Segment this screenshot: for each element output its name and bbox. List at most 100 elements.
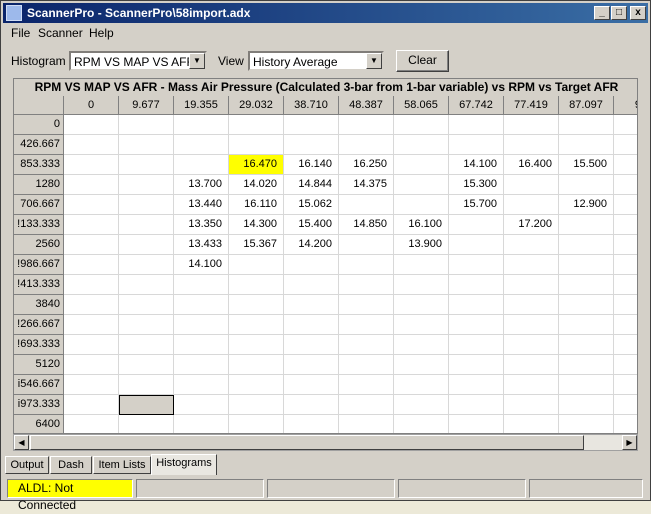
grid-cell[interactable] (559, 395, 614, 415)
grid-cell[interactable] (504, 135, 559, 155)
grid-cell[interactable]: 14.375 (339, 175, 394, 195)
grid-cell[interactable]: 14.100 (174, 255, 229, 275)
grid-cell[interactable] (449, 275, 504, 295)
grid-cell[interactable]: 13.433 (174, 235, 229, 255)
tab-output[interactable]: Output (5, 456, 49, 474)
grid-cell[interactable] (614, 215, 637, 235)
grid-cell[interactable] (229, 255, 284, 275)
grid-cell[interactable] (449, 255, 504, 275)
scroll-thumb[interactable] (30, 435, 584, 450)
tab-item-lists[interactable]: Item Lists (93, 456, 151, 474)
histogram-select[interactable]: RPM VS MAP VS AFR ▼ (69, 51, 207, 71)
grid-cell[interactable]: 14.200 (284, 235, 339, 255)
grid-cell[interactable] (449, 135, 504, 155)
grid-cell[interactable] (174, 415, 229, 433)
grid-cell[interactable] (394, 255, 449, 275)
grid-cell[interactable] (614, 275, 637, 295)
grid-cell[interactable] (64, 175, 119, 195)
grid-cell[interactable] (174, 115, 229, 135)
grid-cell[interactable] (64, 275, 119, 295)
grid-cell[interactable] (614, 315, 637, 335)
grid-cell[interactable]: 15.062 (284, 195, 339, 215)
grid-cell[interactable] (504, 195, 559, 215)
grid-cell[interactable] (449, 115, 504, 135)
grid-cell[interactable] (504, 295, 559, 315)
grid-cell[interactable] (504, 175, 559, 195)
grid-cell[interactable] (449, 215, 504, 235)
grid-cell[interactable]: 13.350 (174, 215, 229, 235)
grid-cell[interactable] (284, 255, 339, 275)
grid-cell[interactable] (119, 295, 174, 315)
grid-cell[interactable] (229, 295, 284, 315)
grid-cell[interactable] (64, 295, 119, 315)
grid-cell[interactable] (614, 415, 637, 433)
grid-cell[interactable]: 16.100 (394, 215, 449, 235)
grid-cell[interactable] (504, 235, 559, 255)
grid-cell[interactable] (559, 215, 614, 235)
grid-cell[interactable] (119, 415, 174, 433)
grid-cell[interactable] (229, 415, 284, 433)
grid-cell[interactable] (174, 355, 229, 375)
grid-cell[interactable] (339, 135, 394, 155)
grid-cell[interactable] (339, 315, 394, 335)
grid-cell[interactable] (504, 415, 559, 433)
grid-cell[interactable] (394, 295, 449, 315)
grid-cell[interactable] (284, 315, 339, 335)
grid-cell[interactable]: 14.300 (229, 215, 284, 235)
grid-cell[interactable] (64, 155, 119, 175)
grid-cell[interactable] (394, 135, 449, 155)
grid-cell[interactable] (449, 355, 504, 375)
grid-cell[interactable] (229, 135, 284, 155)
grid-cell[interactable] (284, 295, 339, 315)
grid-cell[interactable] (394, 355, 449, 375)
scroll-left-icon[interactable]: ◀ (14, 435, 29, 450)
grid-cell[interactable] (559, 235, 614, 255)
grid-cell[interactable] (339, 195, 394, 215)
grid-cell[interactable] (449, 375, 504, 395)
grid-cell[interactable] (119, 135, 174, 155)
grid-cell[interactable] (559, 175, 614, 195)
grid-cell[interactable] (504, 275, 559, 295)
grid-cell[interactable] (64, 335, 119, 355)
grid-cell[interactable]: 13.440 (174, 195, 229, 215)
grid-cell[interactable] (394, 315, 449, 335)
grid-cell[interactable]: 16.250 (339, 155, 394, 175)
grid-cell[interactable] (64, 315, 119, 335)
grid-cell[interactable] (284, 375, 339, 395)
minimize-button[interactable]: _ (594, 6, 610, 20)
grid-cell[interactable] (64, 215, 119, 235)
grid-cell[interactable] (559, 355, 614, 375)
dropdown-arrow-icon[interactable]: ▼ (366, 53, 382, 69)
grid-cell[interactable] (504, 115, 559, 135)
grid-cell[interactable] (229, 335, 284, 355)
grid-cell[interactable] (559, 255, 614, 275)
grid-cell[interactable]: 16.110 (229, 195, 284, 215)
grid-cell[interactable] (614, 355, 637, 375)
grid-cell[interactable] (449, 415, 504, 433)
grid-cell[interactable]: 14.100 (449, 155, 504, 175)
grid-cell[interactable] (64, 375, 119, 395)
grid-cell[interactable] (339, 395, 394, 415)
grid-cell[interactable] (119, 195, 174, 215)
grid-cell[interactable] (229, 375, 284, 395)
grid-cell[interactable] (119, 335, 174, 355)
grid-cell[interactable] (119, 115, 174, 135)
grid-cell[interactable] (339, 295, 394, 315)
grid-cell[interactable] (614, 295, 637, 315)
grid-cell[interactable] (449, 235, 504, 255)
grid-cell[interactable]: 15.700 (449, 195, 504, 215)
grid-cell[interactable] (614, 255, 637, 275)
grid-cell[interactable] (614, 155, 637, 175)
grid-cell[interactable] (449, 315, 504, 335)
grid-cell[interactable] (614, 375, 637, 395)
grid-cell[interactable] (64, 195, 119, 215)
grid-cell[interactable] (504, 375, 559, 395)
grid-cell[interactable] (284, 135, 339, 155)
grid-cell[interactable] (229, 355, 284, 375)
grid-cell[interactable] (614, 235, 637, 255)
grid-cell[interactable] (339, 375, 394, 395)
grid-cell[interactable]: 17.200 (504, 215, 559, 235)
grid-cell[interactable] (229, 115, 284, 135)
grid-cell[interactable] (339, 415, 394, 433)
grid-cell[interactable] (174, 275, 229, 295)
